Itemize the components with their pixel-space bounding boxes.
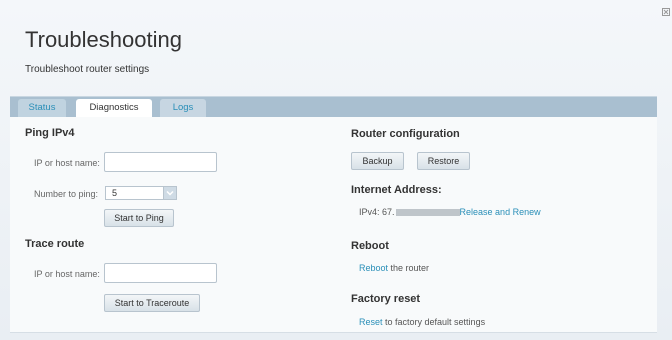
ping-host-input[interactable] [104,152,217,172]
ping-host-label: IP or host name: [34,158,100,168]
ipv4-address: IPv4: 67. Release and Renew [359,207,541,217]
trace-heading: Trace route [25,238,85,250]
tab-logs[interactable]: Logs [160,99,206,117]
reboot-heading: Reboot [351,240,389,252]
reboot-line: Reboot the router [359,263,429,273]
release-renew-link[interactable]: Release and Renew [460,207,541,217]
troubleshooting-panel: Troubleshooting Troubleshoot router sett… [0,0,672,340]
router-config-heading: Router configuration [351,128,460,140]
trace-host-label: IP or host name: [34,269,100,279]
factory-reset-heading: Factory reset [351,293,421,305]
backup-button[interactable]: Backup [351,152,404,170]
tab-diagnostics[interactable]: Diagnostics [76,99,152,117]
restore-button[interactable]: Restore [417,152,470,170]
trace-host-input[interactable] [104,263,217,283]
ip-redaction [395,209,460,217]
tab-status[interactable]: Status [18,99,66,117]
reboot-link[interactable]: Reboot [359,263,388,273]
ipv4-prefix: IPv4: 67. [359,207,395,217]
start-ping-button[interactable]: Start to Ping [104,209,174,227]
reboot-text: the router [388,263,430,273]
page-subtitle: Troubleshoot router settings [25,64,150,75]
reset-link[interactable]: Reset [359,317,383,327]
ping-heading: Ping IPv4 [25,127,75,139]
ping-count-select[interactable]: 5 [105,186,177,200]
factory-reset-text: to factory default settings [382,317,486,327]
factory-reset-line: Reset to factory default settings [359,317,485,327]
tab-bar: Status Diagnostics Logs [10,96,657,118]
close-icon[interactable] [662,8,670,16]
chevron-down-icon[interactable] [163,186,177,200]
ping-count-value: 5 [112,188,118,198]
start-traceroute-button[interactable]: Start to Traceroute [104,294,200,312]
internet-address-heading: Internet Address: [351,184,442,196]
page-title: Troubleshooting [25,27,182,52]
ping-count-label: Number to ping: [34,189,99,199]
